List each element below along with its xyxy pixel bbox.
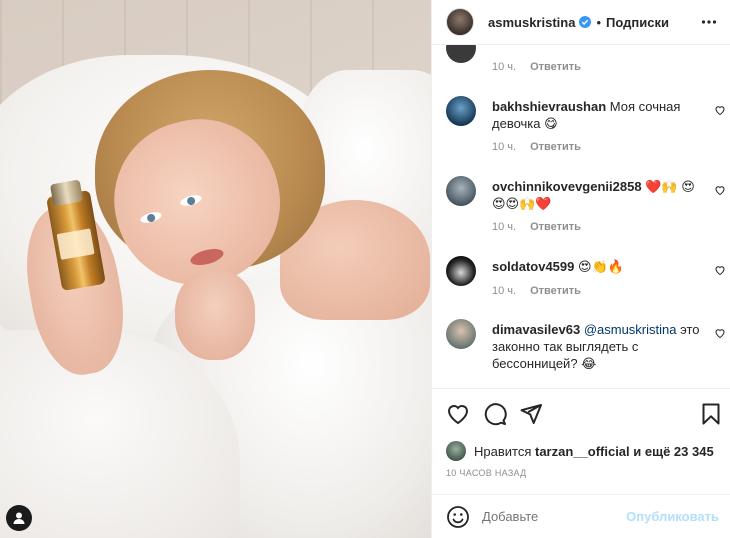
comment-body: soldatov4599 😍👏🔥 xyxy=(492,258,702,275)
comments-list[interactable]: 10 ч. Ответить bakhshievraushan Моя сочна… xyxy=(432,45,730,388)
separator-dot: • xyxy=(596,14,601,30)
comment-meta: 10 ч. Ответить xyxy=(492,61,595,73)
instagram-post: asmuskristina • Подписки 10 ч. Ответить xyxy=(0,0,730,538)
comment-item: bakhshievraushan Моя сочная девочка 😋 10… xyxy=(446,96,726,158)
bottle-label xyxy=(56,228,95,260)
post-photo[interactable] xyxy=(0,0,431,538)
author-avatar[interactable] xyxy=(446,8,474,36)
commenter-avatar[interactable] xyxy=(446,176,476,206)
comment-item: ovchinnikovevgenii2858 ❤️🙌 😍😍😍🙌❤️ 10 ч. О… xyxy=(446,176,726,238)
commenter-username[interactable]: soldatov4599 xyxy=(492,259,574,274)
commenter-avatar[interactable] xyxy=(446,319,476,349)
author-username[interactable]: asmuskristina xyxy=(488,15,575,30)
like-comment-heart-icon[interactable] xyxy=(714,104,726,116)
post-timestamp[interactable]: 10 ЧАСОВ НАЗАД xyxy=(446,468,527,478)
like-comment-heart-icon[interactable] xyxy=(714,184,726,196)
emoji-picker-icon[interactable] xyxy=(446,505,470,529)
comment-meta: 10 ч. Ответить xyxy=(492,221,595,233)
publish-button[interactable]: Опубликовать xyxy=(626,509,719,524)
comment-time: 10 ч. xyxy=(492,221,517,233)
comment-meta: 10 ч. Ответить xyxy=(492,285,595,297)
reply-button[interactable]: Ответить xyxy=(530,61,581,73)
add-comment-bar: Опубликовать xyxy=(432,494,730,538)
liker-avatar[interactable] xyxy=(446,441,466,461)
commenter-avatar[interactable] xyxy=(446,256,476,286)
commenter-username[interactable]: ovchinnikovevgenii2858 xyxy=(492,179,642,194)
add-comment-input[interactable] xyxy=(482,509,622,524)
hand xyxy=(175,270,255,360)
like-comment-heart-icon[interactable] xyxy=(714,264,726,276)
likes-count[interactable]: и ещё 23 345 xyxy=(633,444,713,459)
comment-mention[interactable]: @asmuskristina xyxy=(584,322,677,337)
tagged-account-icon[interactable] xyxy=(6,505,32,531)
comment-text: 😍👏🔥 xyxy=(578,259,624,274)
post-header: asmuskristina • Подписки xyxy=(432,0,730,45)
like-comment-heart-icon[interactable] xyxy=(714,327,726,339)
commenter-username[interactable]: dimavasilev63 xyxy=(492,322,580,337)
post-actions-bar xyxy=(432,388,730,438)
commenter-username[interactable]: bakhshievraushan xyxy=(492,99,606,114)
like-heart-icon[interactable] xyxy=(446,402,470,426)
share-direct-icon[interactable] xyxy=(519,402,543,426)
comment-body: dimavasilev63 @asmuskristina это законно… xyxy=(492,321,702,372)
following-button[interactable]: Подписки xyxy=(606,15,669,30)
comment-time: 10 ч. xyxy=(492,61,517,73)
likes-prefix: Нравится xyxy=(474,443,532,459)
comment-item: soldatov4599 😍👏🔥 10 ч. Ответить xyxy=(446,256,726,306)
liker-username[interactable]: tarzan__official xyxy=(535,444,630,459)
comment-body: bakhshievraushan Моя сочная девочка 😋 xyxy=(492,98,702,132)
reply-button[interactable]: Ответить xyxy=(530,285,581,297)
reply-button[interactable]: Ответить xyxy=(530,141,581,153)
likes-summary: Нравится tarzan__official и ещё 23 345 xyxy=(446,441,714,461)
reply-button[interactable]: Ответить xyxy=(530,221,581,233)
comment-time: 10 ч. xyxy=(492,285,517,297)
comment-item: 10 ч. Ответить xyxy=(446,45,726,73)
post-side-panel: asmuskristina • Подписки 10 ч. Ответить xyxy=(431,0,730,538)
more-options-icon[interactable] xyxy=(701,16,717,28)
commenter-avatar[interactable] xyxy=(446,96,476,126)
verified-badge-icon xyxy=(579,16,592,28)
comment-icon[interactable] xyxy=(483,402,507,426)
comment-body: ovchinnikovevgenii2858 ❤️🙌 😍😍😍🙌❤️ xyxy=(492,178,702,212)
comment-item: dimavasilev63 @asmuskristina это законно… xyxy=(446,319,726,388)
comment-meta: 10 ч. Ответить xyxy=(492,141,595,153)
comment-time: 10 ч. xyxy=(492,141,517,153)
bottle-cap xyxy=(49,179,84,207)
commenter-avatar[interactable] xyxy=(446,45,476,63)
save-bookmark-icon[interactable] xyxy=(699,402,723,426)
